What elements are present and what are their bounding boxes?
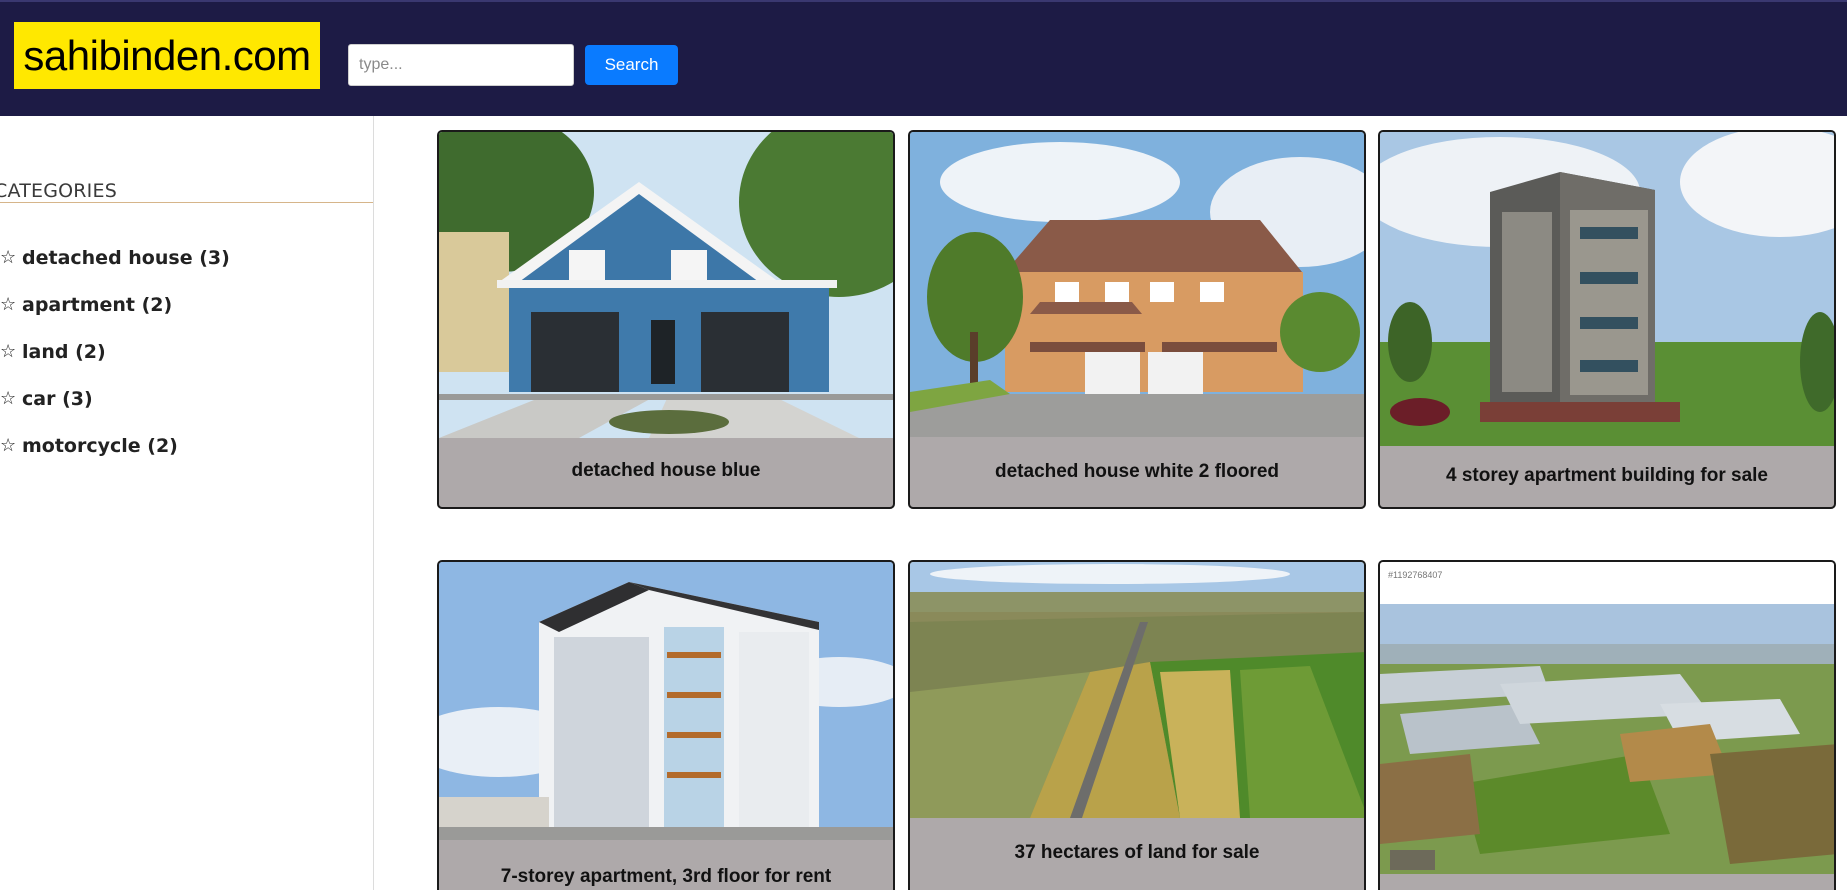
category-item-motorcycle[interactable]: ☆ motorcycle (2) — [0, 422, 230, 469]
star-icon: ☆ — [0, 294, 17, 315]
category-label[interactable]: land (2) — [22, 341, 106, 363]
listing-photo[interactable] — [439, 132, 893, 438]
listing-card[interactable]: detached house blue — [437, 130, 895, 509]
category-item-land[interactable]: ☆ land (2) — [0, 328, 230, 375]
stock-photo-id: #1192768407 — [1388, 570, 1443, 580]
star-icon: ☆ — [0, 247, 17, 268]
listing-title[interactable]: detached house white 2 floored — [910, 461, 1364, 483]
listing-photo[interactable] — [910, 562, 1364, 818]
category-list: ☆ detached house (3) ☆ apartment (2) ☆ l… — [0, 234, 230, 469]
building-image — [439, 562, 893, 840]
star-icon: ☆ — [0, 435, 17, 456]
listing-photo[interactable] — [439, 562, 893, 840]
listing-card[interactable]: 4 storey apartment building for sale — [1378, 130, 1836, 509]
site-logo[interactable]: sahibinden.com — [14, 22, 320, 89]
category-label[interactable]: motorcycle (2) — [22, 435, 178, 457]
listing-photo[interactable] — [1380, 132, 1834, 446]
listing-photo[interactable] — [910, 132, 1364, 437]
house-image — [910, 132, 1364, 437]
category-item-detached-house[interactable]: ☆ detached house (3) — [0, 234, 230, 281]
land-image — [1380, 604, 1834, 874]
star-icon: ☆ — [0, 341, 17, 362]
listing-photo[interactable]: #1192768407 — [1380, 562, 1834, 874]
category-label[interactable]: car (3) — [22, 388, 93, 410]
listing-title[interactable]: 7-storey apartment, 3rd floor for rent — [439, 866, 893, 888]
building-image — [1380, 132, 1834, 446]
listing-card[interactable]: 37 hectares of land for sale — [908, 560, 1366, 890]
category-label[interactable]: detached house (3) — [22, 247, 230, 269]
listing-title[interactable]: 4 storey apartment building for sale — [1380, 465, 1834, 487]
category-label[interactable]: apartment (2) — [22, 294, 172, 316]
star-icon: ☆ — [0, 388, 17, 409]
listing-title[interactable]: detached house blue — [439, 460, 893, 482]
category-item-car[interactable]: ☆ car (3) — [0, 375, 230, 422]
listing-card[interactable]: #1192768407 — [1378, 560, 1836, 890]
category-item-apartment[interactable]: ☆ apartment (2) — [0, 281, 230, 328]
top-header: sahibinden.com Search — [0, 0, 1847, 116]
house-image — [439, 132, 893, 438]
categories-title: CATEGORIES — [0, 180, 117, 202]
header-top-line — [0, 0, 1847, 2]
listing-title[interactable]: 37 hectares of land for sale — [910, 842, 1364, 864]
listing-card[interactable]: 7-storey apartment, 3rd floor for rent — [437, 560, 895, 890]
sidebar: CATEGORIES ☆ detached house (3) ☆ apartm… — [0, 116, 374, 890]
categories-divider — [0, 202, 373, 203]
search-input[interactable] — [348, 44, 574, 86]
listing-card[interactable]: detached house white 2 floored — [908, 130, 1366, 509]
land-image — [910, 562, 1364, 818]
search-button[interactable]: Search — [585, 45, 678, 85]
